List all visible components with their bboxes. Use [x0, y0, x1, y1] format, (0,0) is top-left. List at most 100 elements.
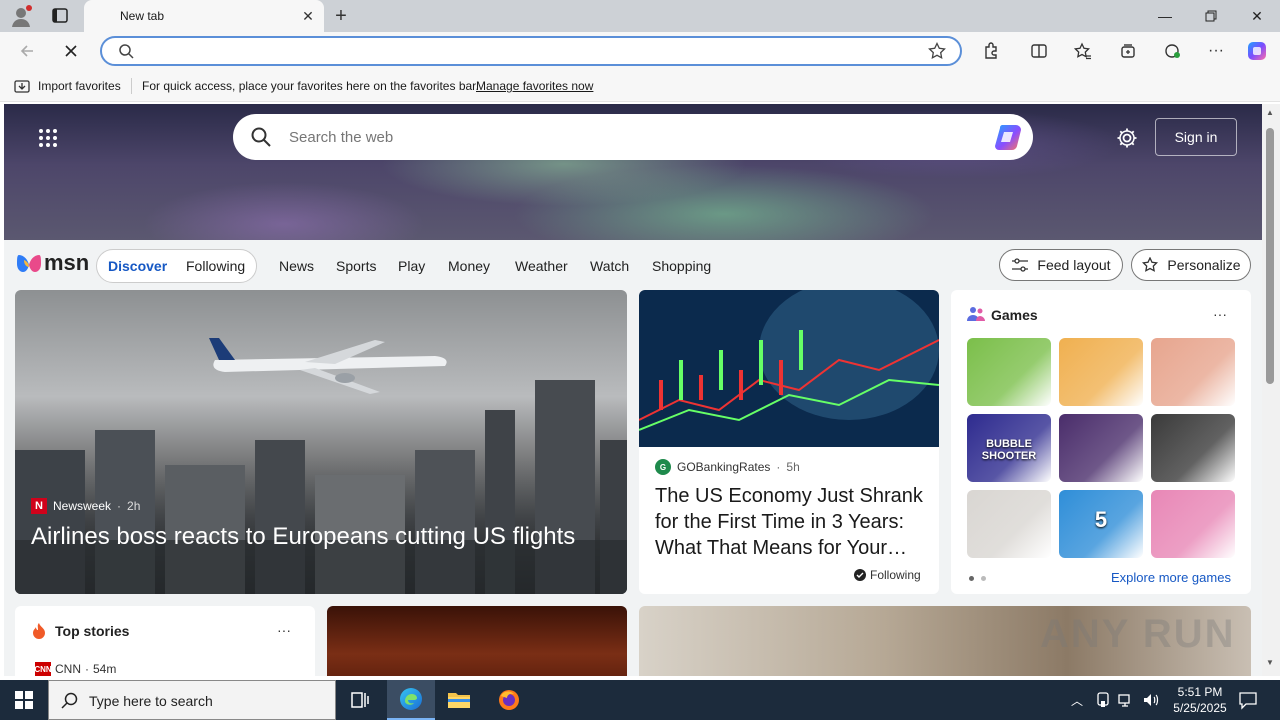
back-icon[interactable]	[16, 40, 38, 62]
msn-butterfly-icon	[17, 255, 41, 272]
msn-logo-text: msn	[44, 250, 90, 275]
task-view-icon[interactable]	[336, 680, 384, 720]
address-bar[interactable]	[100, 36, 962, 66]
ballet-story-card[interactable]	[327, 606, 627, 676]
nav-sports[interactable]: Sports	[336, 258, 376, 274]
nav-watch[interactable]: Watch	[590, 258, 629, 274]
story2-source: G GOBankingRates · 5h	[655, 459, 800, 475]
hero-source: N Newsweek · 2h	[31, 498, 140, 514]
feed-layout-button[interactable]: Feed layout	[999, 249, 1123, 281]
game-tile[interactable]	[1151, 490, 1235, 558]
split-screen-icon[interactable]	[1028, 40, 1050, 62]
taskbar-search-box[interactable]: Type here to search	[48, 680, 336, 720]
hero-headline[interactable]: Airlines boss reacts to Europeans cuttin…	[31, 522, 621, 552]
close-window-icon[interactable]: ✕	[1234, 0, 1280, 32]
close-tab-icon[interactable]: ✕	[300, 8, 316, 24]
edge-taskbar-icon[interactable]	[387, 680, 435, 720]
collections-icon[interactable]	[1117, 40, 1139, 62]
minimize-icon[interactable]: —	[1142, 0, 1188, 32]
cnn-logo-icon: CNN	[34, 662, 52, 676]
sign-in-button[interactable]: Sign in	[1155, 118, 1237, 156]
msn-logo[interactable]: msn	[16, 250, 89, 276]
hero-age: 2h	[127, 499, 141, 513]
windows-start-icon[interactable]	[0, 680, 48, 720]
explore-more-games-link[interactable]: Explore more games	[1111, 570, 1231, 585]
top-stories-more-icon[interactable]: ···	[277, 622, 291, 638]
scroll-down-icon[interactable]: ▼	[1266, 658, 1274, 667]
extensions-icon[interactable]	[980, 40, 1002, 62]
msn-new-tab-page: Search the web Sign in msn Discover Foll…	[4, 104, 1262, 676]
story2-headline[interactable]: The US Economy Just Shrank for the First…	[655, 483, 927, 561]
game-tile[interactable]	[967, 490, 1051, 558]
tab-discover[interactable]: Discover	[108, 258, 167, 274]
settings-gear-icon[interactable]	[1116, 127, 1138, 152]
search-icon	[251, 127, 271, 150]
game-tile[interactable]	[1151, 338, 1235, 406]
games-title: Games	[991, 307, 1038, 323]
game-tile[interactable]	[1151, 414, 1235, 482]
game-tile-label: 5	[1094, 507, 1108, 532]
system-clock[interactable]: 5:51 PM 5/25/2025	[1160, 684, 1240, 716]
carousel-dot[interactable]	[981, 576, 986, 581]
game-tile[interactable]	[1059, 414, 1143, 482]
story2-age: 5h	[786, 460, 800, 474]
games-more-icon[interactable]: ···	[1213, 306, 1227, 322]
tab-actions-icon[interactable]	[48, 6, 72, 26]
apps-grid-icon[interactable]	[38, 128, 58, 151]
vertical-scrollbar[interactable]: ▲ ▼	[1262, 104, 1280, 676]
favorite-star-icon[interactable]	[928, 41, 946, 63]
scroll-up-icon[interactable]: ▲	[1266, 108, 1274, 117]
game-tile[interactable]	[967, 338, 1051, 406]
file-explorer-icon[interactable]	[435, 680, 483, 720]
volume-icon[interactable]	[1142, 692, 1160, 711]
show-hidden-icons-icon[interactable]: ︿	[1071, 692, 1083, 709]
nav-money[interactable]: Money	[448, 258, 490, 274]
nav-weather[interactable]: Weather	[515, 258, 568, 274]
import-favorites-button[interactable]: Import favorites	[38, 79, 121, 93]
device-icon[interactable]	[1096, 692, 1110, 711]
game-tile[interactable]: BUBBLE SHOOTER	[967, 414, 1051, 482]
scrollbar-thumb[interactable]	[1266, 128, 1274, 384]
import-favorites-icon[interactable]	[14, 78, 30, 97]
copilot-icon[interactable]	[993, 123, 1023, 154]
clock-time: 5:51 PM	[1177, 685, 1223, 699]
favorites-icon[interactable]	[1072, 40, 1094, 62]
favbar-hint: For quick access, place your favorites h…	[142, 79, 479, 93]
new-tab-icon[interactable]: +	[330, 6, 352, 26]
copilot-icon[interactable]	[1246, 40, 1268, 62]
story-card[interactable]: G GOBankingRates · 5h The US Economy Jus…	[639, 290, 939, 594]
watermark: ANY RUN	[1040, 612, 1236, 656]
game-tile[interactable]: 5	[1059, 490, 1143, 558]
web-search-box[interactable]: Search the web	[233, 114, 1033, 160]
browser-essentials-icon[interactable]	[1161, 40, 1183, 62]
notifications-icon[interactable]	[1238, 690, 1258, 713]
web-search-placeholder: Search the web	[289, 129, 394, 146]
nav-play[interactable]: Play	[398, 258, 425, 274]
firefox-icon[interactable]	[485, 680, 533, 720]
nav-news[interactable]: News	[279, 258, 314, 274]
top-story-source: CNN CNN · 54m	[34, 662, 117, 676]
browser-toolbar: ···	[0, 32, 1280, 70]
nav-shopping[interactable]: Shopping	[652, 258, 711, 274]
game-tile-label: BUBBLE SHOOTER	[981, 438, 1037, 462]
address-input[interactable]	[146, 43, 906, 61]
network-icon[interactable]	[1118, 692, 1134, 711]
favbar-divider	[131, 78, 132, 94]
restore-icon[interactable]	[1188, 0, 1234, 32]
manage-favorites-link[interactable]: Manage favorites now	[476, 79, 593, 93]
personalize-button[interactable]: Personalize	[1131, 249, 1251, 281]
tab-following[interactable]: Following	[186, 258, 245, 274]
sparkle-star-icon	[1142, 257, 1159, 272]
taskbar: Type here to search ︿ 5:51 PM 5/25/2025	[0, 680, 1280, 720]
story2-following[interactable]: Following	[854, 568, 921, 582]
tab-new-tab[interactable]: New tab ✕	[84, 0, 324, 32]
profile-icon[interactable]	[10, 5, 32, 27]
newsweek-logo-icon: N	[31, 498, 47, 514]
game-tile[interactable]	[1059, 338, 1143, 406]
favorites-bar: Import favorites For quick access, place…	[0, 70, 1280, 102]
stop-loading-icon[interactable]	[60, 40, 82, 62]
hero-story-card[interactable]: N Newsweek · 2h Airlines boss reacts to …	[15, 290, 627, 594]
carousel-dot[interactable]	[969, 576, 974, 581]
search-icon	[118, 43, 134, 62]
more-menu-icon[interactable]: ···	[1205, 40, 1227, 62]
